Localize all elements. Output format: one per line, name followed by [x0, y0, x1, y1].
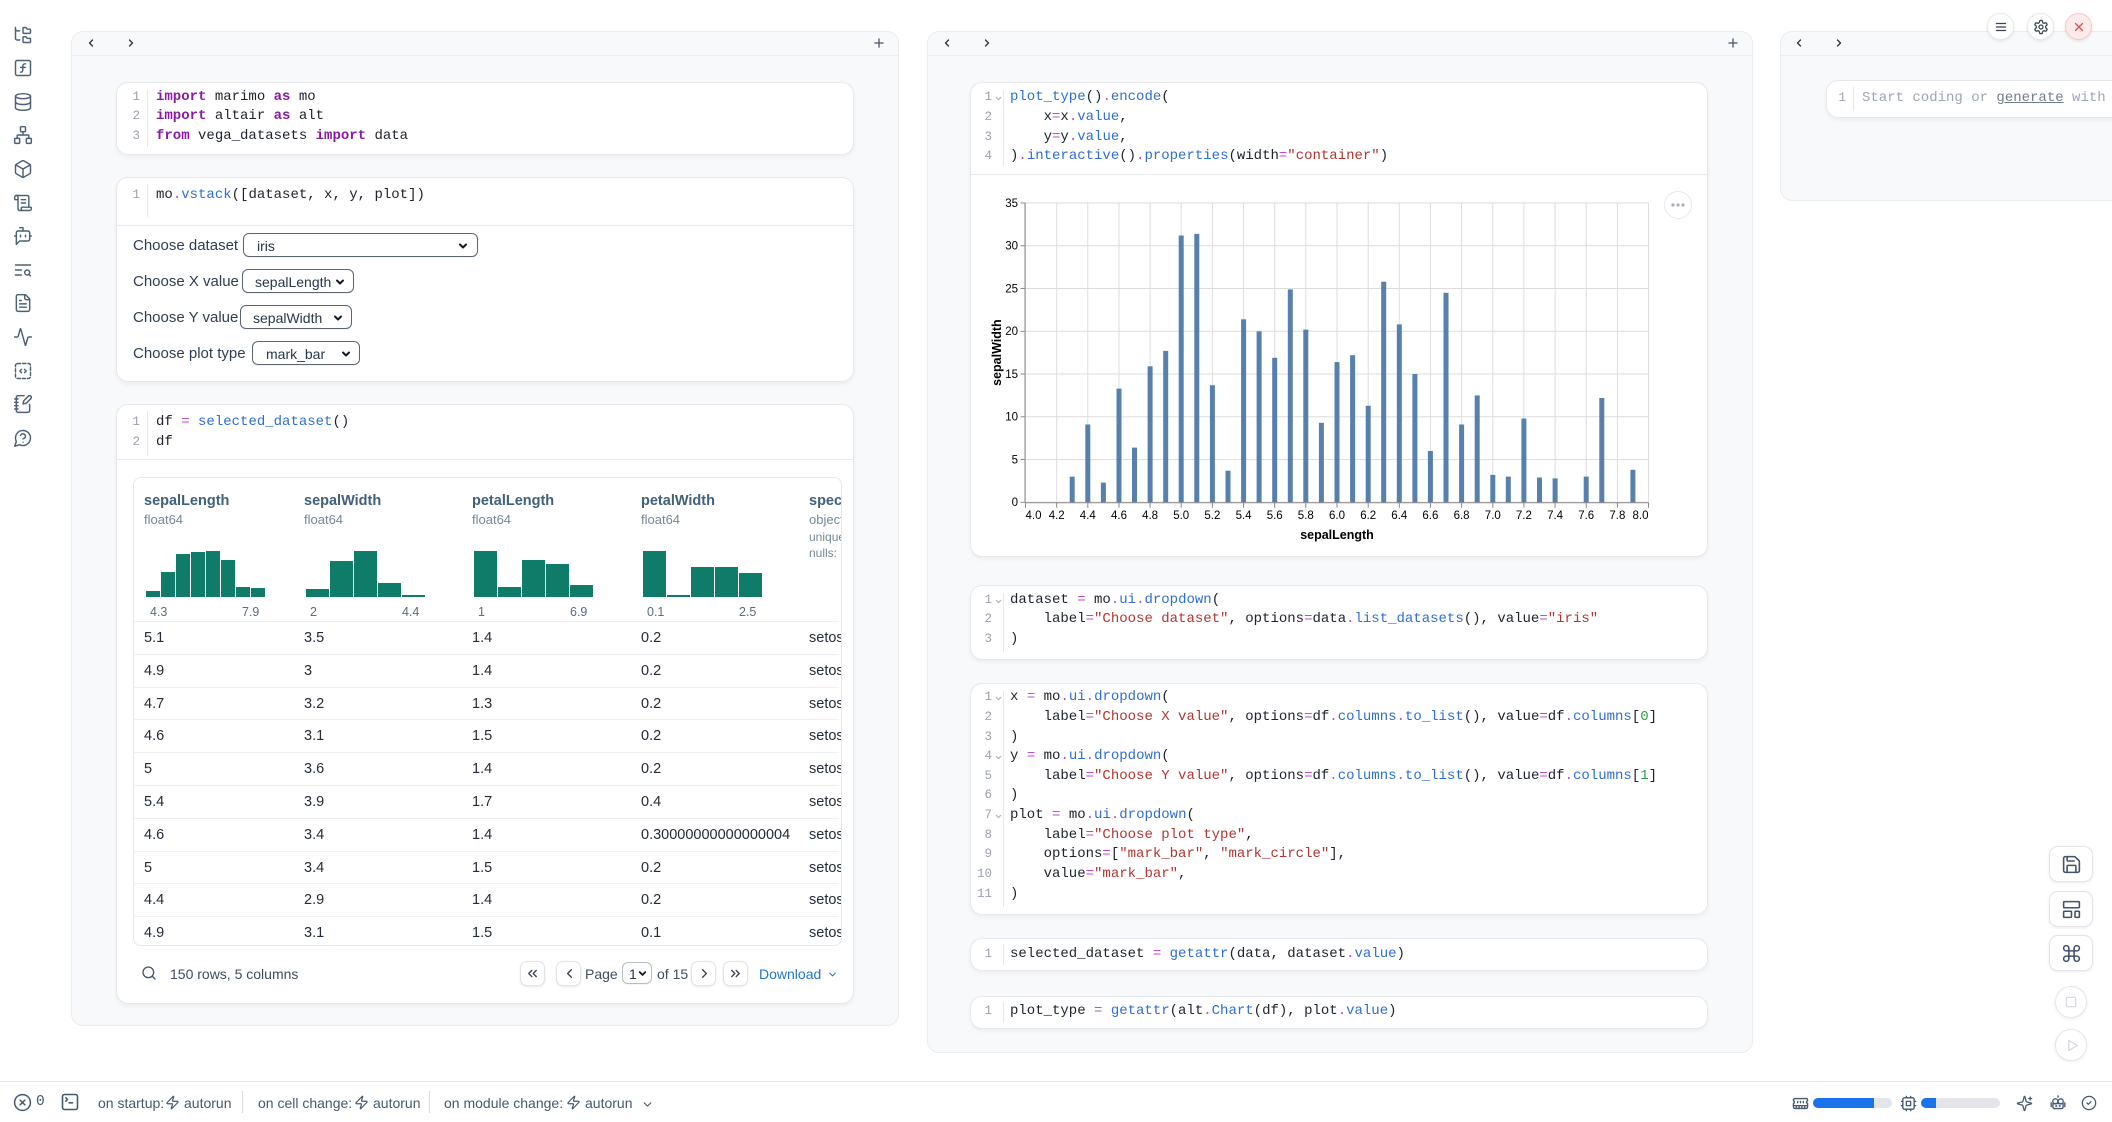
svg-text:5.4: 5.4: [1236, 510, 1253, 522]
svg-text:30: 30: [1005, 241, 1018, 253]
svg-text:sepalLength: sepalLength: [1300, 528, 1374, 542]
svg-text:7.2: 7.2: [1516, 510, 1532, 522]
svg-text:4.6: 4.6: [1111, 510, 1127, 522]
svg-text:4.2: 4.2: [1049, 510, 1065, 522]
svg-text:6.6: 6.6: [1422, 510, 1438, 522]
svg-text:7.0: 7.0: [1485, 510, 1501, 522]
svg-text:6.2: 6.2: [1360, 510, 1376, 522]
svg-text:5: 5: [1012, 454, 1018, 466]
svg-text:4.4: 4.4: [1080, 510, 1097, 522]
svg-text:5.2: 5.2: [1204, 510, 1220, 522]
svg-text:15: 15: [1005, 369, 1018, 381]
svg-text:5.6: 5.6: [1267, 510, 1283, 522]
svg-text:sepalWidth: sepalWidth: [990, 319, 1004, 386]
svg-text:0: 0: [1012, 497, 1018, 509]
svg-text:35: 35: [1005, 198, 1018, 210]
svg-text:7.4: 7.4: [1547, 510, 1564, 522]
svg-text:7.6: 7.6: [1578, 510, 1594, 522]
svg-text:6.8: 6.8: [1454, 510, 1470, 522]
svg-text:10: 10: [1005, 412, 1018, 424]
svg-text:6.0: 6.0: [1329, 510, 1345, 522]
svg-text:8.0: 8.0: [1633, 510, 1649, 522]
svg-text:7.8: 7.8: [1609, 510, 1625, 522]
svg-text:4.8: 4.8: [1142, 510, 1158, 522]
svg-text:25: 25: [1005, 283, 1018, 295]
svg-text:6.4: 6.4: [1391, 510, 1408, 522]
svg-text:5.8: 5.8: [1298, 510, 1314, 522]
svg-text:5.0: 5.0: [1173, 510, 1189, 522]
svg-text:20: 20: [1005, 326, 1018, 338]
svg-text:4.0: 4.0: [1026, 510, 1042, 522]
